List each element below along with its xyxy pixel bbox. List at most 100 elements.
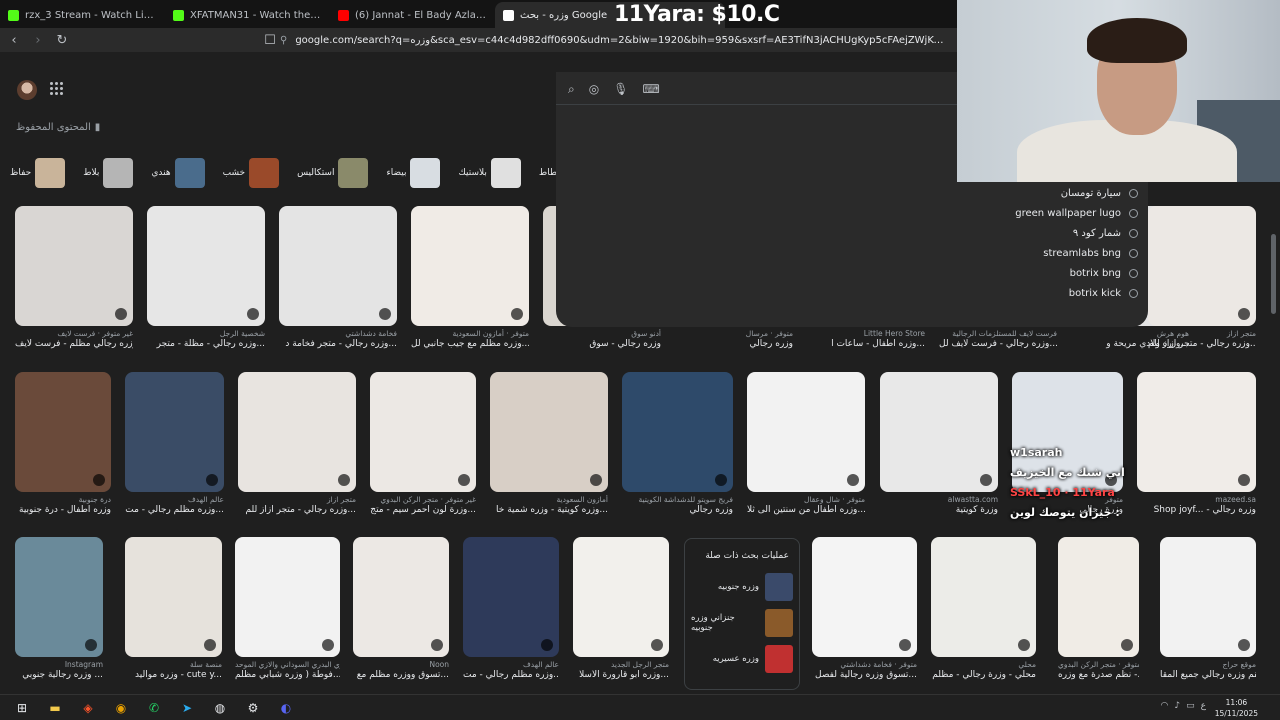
image-result[interactable]: أمازون السعودية وزره كويتية - وزره شمية خ… — [490, 372, 608, 515]
image-caption[interactable]: وزرة كويتية — [880, 505, 998, 515]
apps-grid-icon[interactable] — [50, 82, 64, 96]
image-thumbnail[interactable] — [747, 372, 865, 492]
image-result[interactable]: موقع حراجطقم وزره رجالي جميع المقا... — [1160, 537, 1256, 680]
settings-icon[interactable]: ⚙ — [242, 697, 264, 719]
site-info-icon[interactable]: ⚲ — [280, 35, 287, 46]
image-result[interactable]: درة جنوبية وزره اطفال - درة جنوبية — [15, 372, 111, 515]
filter-chip[interactable]: هندي — [141, 158, 205, 188]
image-caption[interactable]: تسوق وزره رجالية لفصل... — [812, 670, 917, 680]
clock[interactable]: 11:06 15/11/2025 — [1215, 697, 1258, 719]
chrome-icon[interactable]: ◉ — [110, 697, 132, 719]
image-caption[interactable]: نظم صدرة مع وزره -... — [1058, 670, 1139, 680]
wifi-icon[interactable]: ◠ — [1161, 701, 1169, 711]
image-result[interactable]: غير متوفر · فرست لايف وزره رجالي مظلم - ف… — [15, 206, 133, 349]
image-caption[interactable]: وزره مظلم مع جيب جانبي لل... — [411, 339, 529, 349]
filter-chip[interactable]: بلاستيك — [448, 158, 521, 188]
image-caption[interactable]: وزره أطفال - ساعات أ... — [807, 339, 925, 349]
image-result[interactable]: متوفر · اثري البدري السوداني والازي المو… — [235, 537, 340, 680]
image-result[interactable]: عالم الهدفوزره مظلم رجالي - مت... — [125, 372, 224, 515]
image-result[interactable]: متجر ازازوزره رجالي - متجر ازاز للم... — [1148, 206, 1256, 349]
address-bar[interactable]: ⚲ google.com/search?q=وزره&sca_esv=c44c4… — [280, 31, 960, 49]
scrollbar[interactable] — [1271, 234, 1276, 314]
filter-chip[interactable]: استكاليس — [287, 158, 369, 188]
image-thumbnail[interactable] — [279, 206, 397, 326]
image-thumbnail[interactable] — [370, 372, 476, 492]
image-caption[interactable]: فوطة ( وزره شبابي مظلم... — [235, 670, 340, 680]
image-thumbnail[interactable] — [931, 537, 1036, 657]
back-button[interactable]: ‹ — [4, 30, 24, 50]
tab-0[interactable]: rzx_3 Stream - Watch Live on Kick — [0, 2, 165, 28]
image-caption[interactable]: وزره رجالي - فرست لايف لل... — [939, 339, 1057, 349]
image-thumbnail[interactable] — [15, 372, 111, 492]
suggestion-item[interactable]: شمار كود ٩ — [1073, 228, 1138, 239]
image-thumbnail[interactable] — [490, 372, 608, 492]
file-explorer-icon[interactable]: ▬ — [44, 697, 66, 719]
image-caption[interactable]: وزره رجالية جنوبي ... — [15, 670, 103, 680]
image-thumbnail[interactable] — [147, 206, 265, 326]
bookmark-icon[interactable]: ☐ — [260, 30, 280, 50]
image-caption[interactable]: وزره رجالي - مظلة - متجر... — [147, 339, 265, 349]
image-thumbnail[interactable] — [880, 372, 998, 492]
tab-1[interactable]: XFATMAN31 - Watch the VOD on Kick — [165, 2, 330, 28]
image-caption[interactable]: وزره رجالي — [675, 339, 793, 349]
image-thumbnail[interactable] — [125, 537, 222, 657]
image-caption[interactable]: وزره أطفال من سنتين الى ثلا... — [747, 505, 865, 515]
mic-icon[interactable]: 🎙︎ — [613, 82, 628, 97]
image-thumbnail[interactable] — [353, 537, 449, 657]
volume-icon[interactable]: ♪ — [1174, 701, 1180, 711]
image-caption[interactable]: وزره كويتية - وزره شمية خا... — [490, 505, 608, 515]
image-caption[interactable]: وزره مظلم رجالي - مت... — [463, 670, 559, 680]
image-result[interactable]: منصة سلة وزره مواليد - cute y... — [125, 537, 222, 680]
image-result[interactable]: Instagram وزره رجالية جنوبي ... — [15, 537, 103, 680]
brave-icon[interactable]: ◈ — [77, 697, 99, 719]
image-result[interactable]: عالم الهدفوزره مظلم رجالي - مت... — [463, 537, 559, 680]
related-search-item[interactable]: وزره جنوبيه — [685, 569, 799, 605]
image-caption[interactable]: وزره رجالي — [622, 505, 733, 515]
reload-button[interactable]: ↻ — [52, 30, 72, 50]
suggestion-item[interactable]: botrix bng — [1070, 268, 1138, 279]
image-caption[interactable]: وزره رجالي - متجر ازاز للم... — [238, 505, 356, 515]
image-caption[interactable]: وزره ابو قارورة الأسلا... — [573, 670, 669, 680]
image-caption[interactable]: طقم وزره رجالي جميع المقا... — [1160, 670, 1256, 680]
image-caption[interactable]: وزره رجالي مظلم - فرست لايف — [15, 339, 133, 349]
whatsapp-icon[interactable]: ✆ — [143, 697, 165, 719]
image-thumbnail[interactable] — [1148, 206, 1256, 326]
image-thumbnail[interactable] — [238, 372, 356, 492]
related-search-item[interactable]: جنزاني وزره جنوبيه — [685, 605, 799, 641]
image-result[interactable]: متوفر · متجر الركن البدوي نظم صدرة مع وزر… — [1058, 537, 1139, 680]
filter-chip[interactable]: حفاظ — [0, 158, 66, 188]
filter-chip[interactable]: بلاط — [73, 158, 134, 188]
discord-icon[interactable]: ◐ — [275, 697, 297, 719]
image-thumbnail[interactable] — [812, 537, 917, 657]
telegram-icon[interactable]: ➤ — [176, 697, 198, 719]
image-result[interactable]: فريج سويتو للدشداشة الكويتية وزره رجالي — [622, 372, 733, 515]
image-caption[interactable]: وزرة لون احمر سيم - متج... — [370, 505, 476, 515]
forward-button[interactable]: › — [28, 30, 48, 50]
image-result[interactable]: محلي محلي - وزرة رجالي - مظلم — [931, 537, 1036, 680]
image-caption[interactable]: وزره رجالي - متجر ازاز للم... — [1148, 339, 1256, 349]
image-thumbnail[interactable] — [125, 372, 224, 492]
suggestion-item[interactable]: streamlabs bng — [1043, 248, 1138, 259]
image-result[interactable]: شخصية الرجل وزره رجالي - مظلة - متجر... — [147, 206, 265, 349]
language-indicator[interactable]: ع — [1201, 701, 1206, 711]
windows-icon[interactable]: ⊞ — [11, 697, 33, 719]
image-result[interactable]: متوفر · فخامة دشداشتي تسوق وزره رجالية لف… — [812, 537, 917, 680]
image-result[interactable]: متوفر · شال وعقال وزره أطفال من سنتين الى… — [747, 372, 865, 515]
image-result[interactable]: متجر ازازوزره رجالي - متجر ازاز للم... — [238, 372, 356, 515]
image-caption[interactable]: وزره مواليد - cute y... — [125, 670, 222, 680]
image-thumbnail[interactable] — [15, 537, 103, 657]
filter-chip[interactable]: بيضاء — [376, 158, 441, 188]
image-thumbnail[interactable] — [573, 537, 669, 657]
image-result[interactable]: غير متوفر · متجر الركن البدوي وزرة لون اح… — [370, 372, 476, 515]
image-result[interactable]: متجر الرجل الجديد وزره ابو قارورة الأسلا.… — [573, 537, 669, 680]
image-caption[interactable]: وزره اطفال - درة جنوبية — [15, 505, 111, 515]
image-caption[interactable]: وزره رجالي - متجر فخامة د... — [279, 339, 397, 349]
related-search-item[interactable]: وزره عسيريه — [685, 641, 799, 677]
image-result[interactable]: فخامة دشداشتي وزره رجالي - متجر فخامة د..… — [279, 206, 397, 349]
image-caption[interactable]: محلي - وزرة رجالي - مظلم — [931, 670, 1036, 680]
suggestion-item[interactable]: botrix kick — [1069, 288, 1138, 299]
search-icon[interactable]: ⌕ — [568, 82, 575, 97]
image-thumbnail[interactable] — [463, 537, 559, 657]
suggestion-item[interactable]: green wallpaper lugo — [1015, 208, 1138, 219]
image-result[interactable]: Noon تسوق ووزره مظلم مع... — [353, 537, 449, 680]
